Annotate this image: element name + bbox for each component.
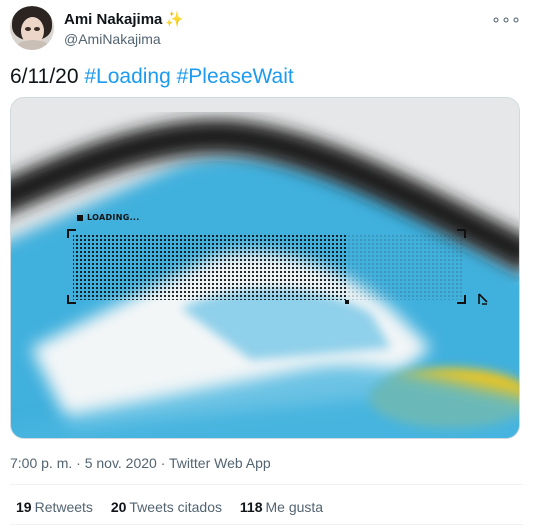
avatar-eye-right <box>34 27 40 31</box>
tweet-text: 6/11/20 #Loading #PleaseWait <box>10 64 294 90</box>
quote-tweets-label: Tweets citados <box>129 499 223 515</box>
author-display-name[interactable]: Ami Nakajima <box>64 11 162 29</box>
hashtag-loading[interactable]: #Loading <box>84 65 170 88</box>
tweet-timestamp[interactable]: 7:00 p. m. · 5 nov. 2020 · Twitter Web A… <box>10 455 271 471</box>
retweets-count: 19 <box>16 499 32 515</box>
sparkles-icon: ✨ <box>165 11 185 28</box>
media-illustration <box>11 98 519 438</box>
author-names: Ami Nakajima ✨ @AmiNakajima <box>64 11 184 48</box>
author-handle[interactable]: @AmiNakajima <box>64 30 184 48</box>
loading-overlay-label: LOADING... <box>77 213 140 222</box>
quote-tweets-count: 20 <box>110 499 127 515</box>
retweets-stat[interactable]: 19 Retweets <box>16 499 93 515</box>
retweets-label: Retweets <box>34 499 93 515</box>
hashtag-pleasewait[interactable]: #PleaseWait <box>177 65 294 88</box>
loading-progress-remaining <box>348 235 463 300</box>
loading-progress-bar <box>67 229 488 305</box>
more-options-icon[interactable]: ∘∘∘ <box>491 10 521 30</box>
avatar-shoulders <box>14 40 52 50</box>
tweet-header: Ami Nakajima ✨ @AmiNakajima ∘∘∘ <box>10 6 523 50</box>
tweet-date-text: 6/11/20 <box>10 65 79 88</box>
avatar[interactable] <box>10 6 54 50</box>
loading-progress-fill <box>73 235 346 300</box>
likes-count: 118 <box>239 499 263 515</box>
likes-label: Me gusta <box>265 499 324 515</box>
quote-tweets-stat[interactable]: 20 Tweets citados <box>111 499 222 515</box>
likes-stat[interactable]: 118 Me gusta <box>240 499 323 515</box>
divider <box>10 484 523 485</box>
avatar-eye-left <box>25 27 31 31</box>
tweet-stats: 19 Retweets 20 Tweets citados 118 Me gusta <box>16 499 337 515</box>
tweet-media-image[interactable]: LOADING... <box>10 97 520 439</box>
